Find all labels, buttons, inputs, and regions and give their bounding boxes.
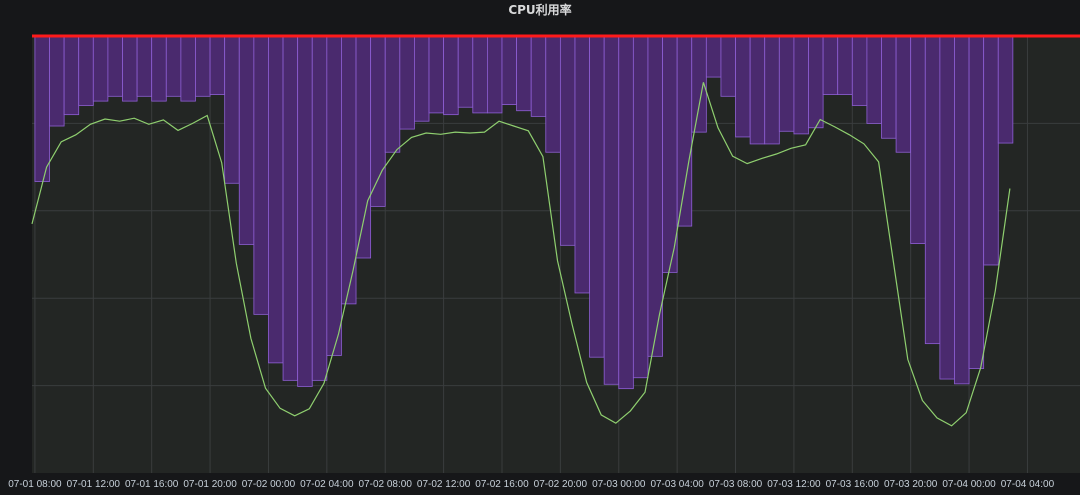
bar [895, 35, 912, 153]
bar [705, 35, 722, 78]
bar [209, 35, 226, 95]
bar [238, 35, 255, 245]
bar [749, 35, 766, 145]
chart-panel: CPU利用率 07-01 08:00 07-01 12:00 07-01 16:00… [0, 0, 1080, 495]
bar [370, 35, 386, 207]
bar [559, 35, 576, 246]
bar [632, 35, 649, 379]
cpu-usage-chart: 07-01 08:00 07-01 12:00 07-01 16:00 07-01 2… [8, 34, 1080, 490]
x-tick-label: 07-02 08:00 [359, 479, 413, 490]
bar [545, 35, 561, 153]
bar [764, 35, 780, 145]
bar [530, 35, 547, 117]
x-tick-label: 07-01 20:00 [183, 479, 237, 490]
bar [968, 35, 985, 369]
bar [34, 35, 50, 182]
bar [735, 35, 751, 138]
bar [778, 35, 795, 132]
bar [78, 35, 94, 106]
x-tick-label: 07-01 16:00 [125, 479, 179, 490]
bar [92, 35, 109, 102]
bar [924, 35, 941, 345]
bar [486, 35, 503, 114]
bar [472, 35, 488, 114]
x-tick-label: 07-04 00:00 [942, 479, 996, 490]
bar [49, 35, 65, 127]
x-tick-label: 07-03 08:00 [709, 479, 763, 490]
x-tick-label: 07-03 04:00 [650, 479, 704, 490]
bar [939, 35, 955, 380]
bar [881, 35, 897, 139]
bar [297, 35, 313, 387]
bar [355, 35, 372, 259]
bar [574, 35, 590, 294]
x-tick-label: 07-01 12:00 [67, 479, 121, 490]
bar [662, 35, 678, 273]
x-axis-ticks: 07-01 08:00 07-01 12:00 07-01 16:00 07-01 2… [8, 479, 1054, 490]
x-tick-label: 07-02 16:00 [475, 479, 529, 490]
x-tick-label: 07-02 12:00 [417, 479, 471, 490]
bar [151, 35, 167, 102]
bar [457, 35, 474, 108]
x-tick-label: 07-02 00:00 [242, 479, 296, 490]
x-tick-label: 07-02 20:00 [534, 479, 588, 490]
bar [224, 35, 240, 184]
bar [311, 35, 328, 381]
x-tick-label: 07-03 00:00 [592, 479, 646, 490]
bar [136, 35, 153, 97]
bar [808, 35, 824, 129]
x-tick-label: 07-03 20:00 [884, 479, 938, 490]
bar [195, 35, 211, 97]
x-tick-label: 07-03 12:00 [767, 479, 821, 490]
bar [107, 35, 123, 97]
bar [268, 35, 284, 364]
bar [997, 35, 1014, 144]
bar [837, 35, 853, 95]
bar [428, 35, 445, 114]
bar [866, 35, 882, 124]
bar [180, 35, 196, 102]
bar [501, 35, 517, 106]
bar [414, 35, 430, 122]
bar [822, 35, 839, 95]
x-tick-label: 07-04 04:00 [1001, 479, 1055, 490]
bar [282, 35, 299, 381]
bar [603, 35, 620, 385]
bar [983, 35, 999, 266]
bar [384, 35, 401, 153]
x-tick-label: 07-03 16:00 [826, 479, 880, 490]
bar [253, 35, 269, 315]
bar [122, 35, 138, 102]
bar [954, 35, 970, 385]
bar [851, 35, 868, 106]
bar [676, 35, 693, 227]
bar [326, 35, 342, 356]
bar [165, 35, 182, 97]
bar [341, 35, 357, 305]
bar [720, 35, 736, 97]
bar [910, 35, 926, 244]
x-tick-label: 07-01 08:00 [8, 479, 62, 490]
bar [63, 35, 80, 116]
bar [516, 35, 532, 112]
x-tick-label: 07-02 04:00 [300, 479, 354, 490]
bar [399, 35, 415, 130]
bar [618, 35, 634, 390]
bar [793, 35, 809, 135]
bar [589, 35, 605, 358]
bar [443, 35, 459, 116]
